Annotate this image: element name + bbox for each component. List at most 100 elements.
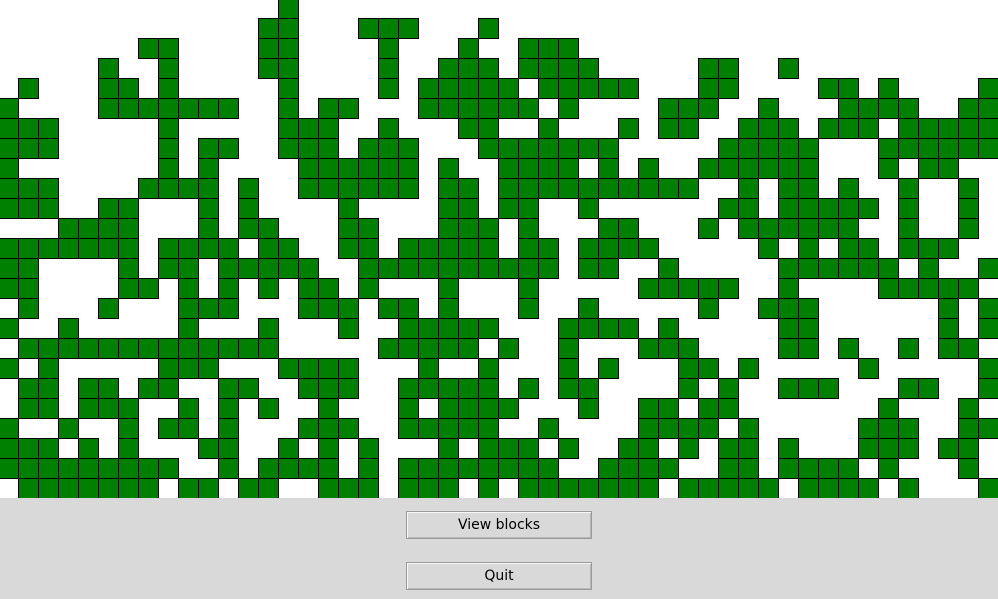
grid-block	[138, 38, 159, 59]
grid-block	[338, 198, 359, 219]
grid-block	[18, 438, 39, 459]
quit-button[interactable]: Quit	[406, 562, 592, 590]
grid-block	[338, 98, 359, 119]
grid-block	[478, 398, 499, 419]
app-window: View blocks Quit	[0, 0, 998, 599]
grid-block	[558, 178, 579, 199]
grid-block	[0, 118, 19, 139]
grid-block	[898, 478, 919, 498]
grid-block	[298, 118, 319, 139]
grid-block	[898, 418, 919, 439]
grid-block	[558, 478, 579, 498]
grid-block	[838, 238, 859, 259]
grid-block	[778, 338, 799, 359]
grid-block	[618, 458, 639, 479]
grid-block	[658, 338, 679, 359]
grid-block	[938, 158, 959, 179]
grid-block	[118, 98, 139, 119]
grid-block	[678, 118, 699, 139]
grid-block	[978, 358, 998, 379]
grid-block	[38, 138, 59, 159]
grid-block	[418, 78, 439, 99]
grid-block	[398, 378, 419, 399]
grid-block	[438, 378, 459, 399]
grid-block	[898, 278, 919, 299]
grid-block	[458, 58, 479, 79]
grid-block	[158, 418, 179, 439]
grid-block	[758, 478, 779, 498]
grid-block	[78, 218, 99, 239]
grid-block	[958, 178, 979, 199]
grid-block	[518, 298, 539, 319]
grid-block	[778, 178, 799, 199]
grid-block	[158, 358, 179, 379]
grid-block	[658, 458, 679, 479]
grid-block	[978, 138, 998, 159]
grid-block	[38, 478, 59, 498]
grid-block	[478, 438, 499, 459]
grid-block	[218, 98, 239, 119]
grid-block	[0, 238, 19, 259]
grid-block	[958, 138, 979, 159]
grid-block	[298, 298, 319, 319]
grid-block	[78, 458, 99, 479]
grid-block	[418, 358, 439, 379]
grid-block	[338, 418, 359, 439]
grid-block	[658, 118, 679, 139]
grid-block	[958, 118, 979, 139]
grid-block	[738, 138, 759, 159]
grid-block	[438, 478, 459, 498]
grid-block	[938, 118, 959, 139]
grid-block	[678, 378, 699, 399]
grid-block	[838, 78, 859, 99]
grid-block	[258, 258, 279, 279]
grid-block	[438, 398, 459, 419]
grid-block	[858, 358, 879, 379]
grid-block	[278, 358, 299, 379]
grid-block	[198, 178, 219, 199]
grid-block	[198, 438, 219, 459]
grid-block	[578, 58, 599, 79]
grid-block	[478, 458, 499, 479]
grid-block	[578, 78, 599, 99]
grid-block	[558, 58, 579, 79]
grid-block	[738, 478, 759, 498]
grid-block	[198, 238, 219, 259]
grid-block	[378, 258, 399, 279]
grid-block	[558, 158, 579, 179]
grid-block	[438, 318, 459, 339]
grid-block	[678, 178, 699, 199]
grid-block	[538, 78, 559, 99]
grid-block	[178, 298, 199, 319]
grid-block	[498, 338, 519, 359]
grid-block	[158, 98, 179, 119]
grid-block	[118, 338, 139, 359]
grid-block	[858, 258, 879, 279]
grid-block	[598, 138, 619, 159]
grid-block	[218, 438, 239, 459]
grid-block	[398, 178, 419, 199]
grid-block	[798, 178, 819, 199]
grid-block	[378, 178, 399, 199]
grid-block	[0, 418, 19, 439]
grid-block	[18, 378, 39, 399]
view-blocks-button[interactable]: View blocks	[406, 511, 592, 539]
grid-block	[218, 278, 239, 299]
grid-block	[0, 258, 19, 279]
grid-block	[838, 198, 859, 219]
grid-block	[578, 138, 599, 159]
grid-block	[378, 298, 399, 319]
grid-block	[478, 378, 499, 399]
grid-block	[0, 138, 19, 159]
grid-block	[738, 458, 759, 479]
grid-block	[418, 318, 439, 339]
grid-block	[198, 98, 219, 119]
grid-block	[398, 138, 419, 159]
grid-block	[718, 398, 739, 419]
grid-block	[318, 278, 339, 299]
grid-block	[598, 258, 619, 279]
grid-block	[638, 478, 659, 498]
grid-block	[698, 478, 719, 498]
grid-block	[598, 158, 619, 179]
grid-block	[538, 238, 559, 259]
